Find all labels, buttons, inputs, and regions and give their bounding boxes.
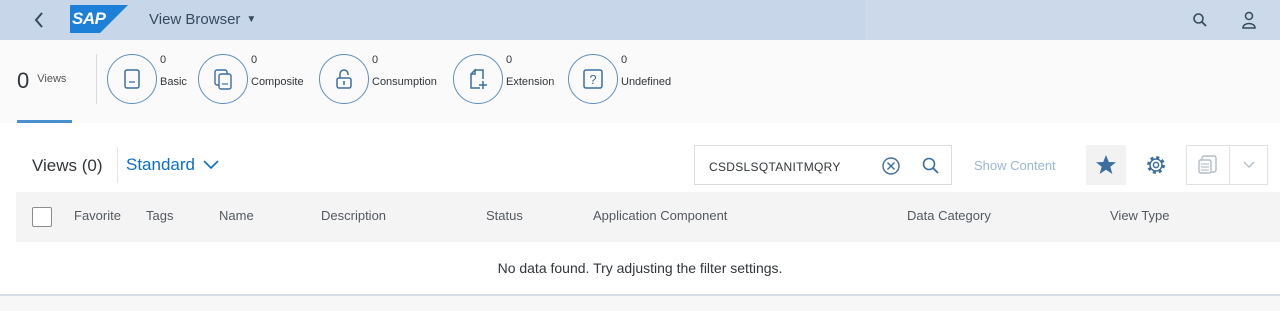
views-table-panel: Views (0) Standard Show Content — [0, 123, 1280, 295]
search-submit-button[interactable] — [921, 156, 941, 176]
show-content-button[interactable]: Show Content — [974, 158, 1056, 173]
views-summary-header: 0 Views 0 Basic 0 Composite 0 Consumptio… — [0, 40, 1280, 124]
empty-table-message: No data found. Try adjusting the filter … — [497, 260, 783, 276]
tile-extension-circle — [453, 54, 503, 104]
tile-undefined-label: Undefined — [621, 76, 672, 88]
tile-extension[interactable]: 0 Extension — [453, 54, 554, 110]
app-title: View Browser — [149, 10, 241, 28]
views-total-label: Views — [37, 73, 67, 85]
divider — [96, 54, 97, 104]
sap-logo[interactable]: SAP — [70, 5, 128, 33]
tile-consumption[interactable]: 0 Consumption — [319, 54, 437, 110]
clear-search-button[interactable] — [881, 156, 901, 176]
svg-text:?: ? — [589, 72, 596, 87]
caret-down-icon: ▼ — [246, 13, 257, 25]
search-input[interactable] — [707, 156, 871, 178]
shell-search-button[interactable] — [1188, 8, 1212, 32]
table-header: Favorite Tags Name Description Status Ap… — [16, 192, 1280, 242]
tile-consumption-count: 0 — [372, 54, 379, 66]
column-header-data-category[interactable]: Data Category — [907, 208, 991, 223]
search-icon — [922, 157, 939, 174]
column-header-tags[interactable]: Tags — [146, 208, 173, 223]
variant-name: Standard — [126, 155, 195, 174]
tile-basic-label: Basic — [160, 76, 187, 88]
column-header-name[interactable]: Name — [219, 208, 254, 223]
document-icon — [124, 69, 140, 89]
views-total-tab[interactable]: 0 Views — [17, 68, 66, 94]
add-document-icon — [470, 68, 487, 89]
chevron-down-icon — [203, 160, 219, 170]
question-mark-icon: ? — [583, 69, 603, 89]
back-icon — [34, 12, 43, 28]
chevron-down-icon — [1243, 161, 1254, 168]
column-header-view-type[interactable]: View Type — [1110, 208, 1170, 223]
stacked-documents-icon — [214, 69, 232, 90]
export-split-button — [1186, 145, 1268, 185]
tile-basic-circle — [107, 54, 157, 104]
tile-extension-count: 0 — [506, 54, 513, 66]
settings-gear-icon — [1147, 156, 1165, 174]
tile-consumption-circle — [319, 54, 369, 104]
tile-composite[interactable]: 0 Composite — [198, 54, 304, 110]
back-button[interactable] — [24, 6, 54, 34]
clear-icon — [882, 157, 900, 175]
search-field[interactable] — [694, 145, 952, 185]
search-icon — [1193, 13, 1207, 27]
user-menu-button[interactable] — [1237, 8, 1261, 32]
select-all-checkbox[interactable] — [32, 207, 52, 227]
panel-bottom-border — [0, 294, 1280, 296]
tile-undefined[interactable]: ? 0 Undefined — [568, 54, 671, 110]
user-icon — [1242, 11, 1256, 29]
tile-basic[interactable]: 0 Basic — [107, 54, 187, 110]
tile-extension-label: Extension — [506, 76, 555, 88]
sap-logo-text: SAP — [72, 9, 106, 28]
shell-bar: SAP View Browser ▼ — [0, 0, 1280, 40]
tile-consumption-label: Consumption — [372, 76, 437, 88]
tile-undefined-circle: ? — [568, 54, 618, 104]
unlock-icon — [336, 69, 352, 89]
export-button[interactable] — [1187, 146, 1230, 184]
column-header-application-component[interactable]: Application Component — [593, 208, 727, 223]
app-title-menu[interactable]: View Browser ▼ — [149, 9, 256, 29]
table-title: Views (0) — [32, 156, 103, 175]
export-icon — [1198, 155, 1217, 174]
tile-composite-circle — [198, 54, 248, 104]
column-header-status[interactable]: Status — [486, 208, 523, 223]
favorite-star-icon — [1096, 155, 1116, 174]
settings-button[interactable] — [1136, 145, 1176, 185]
favorite-button[interactable] — [1086, 145, 1126, 185]
tile-undefined-count: 0 — [621, 54, 628, 66]
export-menu-button[interactable] — [1230, 146, 1267, 184]
tile-composite-label: Composite — [251, 76, 304, 88]
variant-selector[interactable]: Standard — [117, 147, 219, 183]
tile-composite-count: 0 — [251, 54, 258, 66]
column-header-description[interactable]: Description — [321, 208, 386, 223]
shell-bar-right-area — [865, 0, 1280, 40]
tile-basic-count: 0 — [160, 54, 167, 66]
column-header-favorite[interactable]: Favorite — [74, 208, 121, 223]
views-total-count: 0 — [17, 68, 30, 93]
